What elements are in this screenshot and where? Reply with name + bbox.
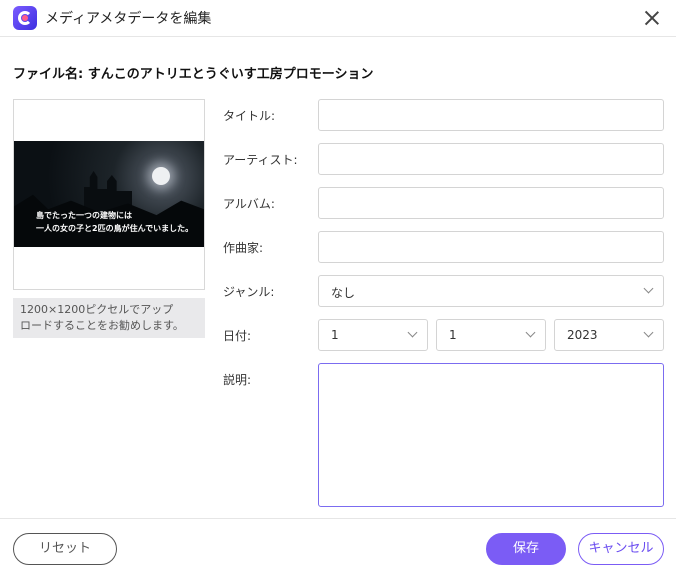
dialog-title: メディアメタデータを編集 [45, 11, 212, 27]
hint-line-1: 1200×1200ピクセルでアップ [20, 303, 174, 316]
thumbnail-image: 島でたった一つの建物には 一人の女の子と2匹の鳥が住んでいました。 [14, 141, 204, 247]
app-logo-icon [13, 6, 37, 30]
subtitle-line-2: 一人の女の子と2匹の鳥が住んでいました。 [36, 224, 194, 233]
date-year-select[interactable]: 2023 [554, 319, 664, 351]
cover-art-preview[interactable]: 島でたった一つの建物には 一人の女の子と2匹の鳥が住んでいました。 [13, 99, 205, 290]
chevron-down-icon [643, 283, 654, 294]
chevron-down-icon [643, 327, 654, 338]
cancel-button[interactable]: キャンセル [578, 533, 664, 565]
reset-button[interactable]: リセット [13, 533, 117, 565]
genre-label: ジャンル: [223, 285, 275, 299]
date-month-value: 1 [331, 328, 339, 342]
thumbnail-subtitle: 島でたった一つの建物には 一人の女の子と2匹の鳥が住んでいました。 [36, 209, 193, 235]
title-bar: メディアメタデータを編集 [0, 0, 676, 37]
upload-hint: 1200×1200ピクセルでアップ ロードすることをお勧めします。 [13, 298, 205, 338]
composer-label: 作曲家: [223, 241, 264, 255]
subtitle-line-1: 島でたった一つの建物には [36, 211, 132, 220]
description-textarea[interactable] [318, 363, 664, 507]
chevron-down-icon [525, 327, 536, 338]
composer-input[interactable] [318, 231, 664, 263]
date-year-value: 2023 [567, 328, 598, 342]
date-day-value: 1 [449, 328, 457, 342]
chevron-down-icon [407, 327, 418, 338]
title-input[interactable] [318, 99, 664, 131]
artist-label: アーティスト: [223, 153, 298, 167]
description-label: 説明: [223, 373, 252, 387]
album-input[interactable] [318, 187, 664, 219]
album-label: アルバム: [223, 197, 275, 211]
date-month-select[interactable]: 1 [318, 319, 428, 351]
title-label: タイトル: [223, 109, 276, 123]
close-icon[interactable] [642, 8, 662, 28]
date-label: 日付: [223, 329, 252, 343]
save-button[interactable]: 保存 [486, 533, 566, 565]
genre-value: なし [331, 286, 356, 300]
file-name: ファイル名: すんこのアトリエとうぐいす工房プロモーション [13, 67, 374, 82]
artist-input[interactable] [318, 143, 664, 175]
hint-line-2: ロードすることをお勧めします。 [20, 319, 184, 332]
moon-graphic [152, 167, 170, 185]
date-day-select[interactable]: 1 [436, 319, 546, 351]
genre-select[interactable]: なし [318, 275, 664, 307]
footer-divider [0, 518, 676, 519]
